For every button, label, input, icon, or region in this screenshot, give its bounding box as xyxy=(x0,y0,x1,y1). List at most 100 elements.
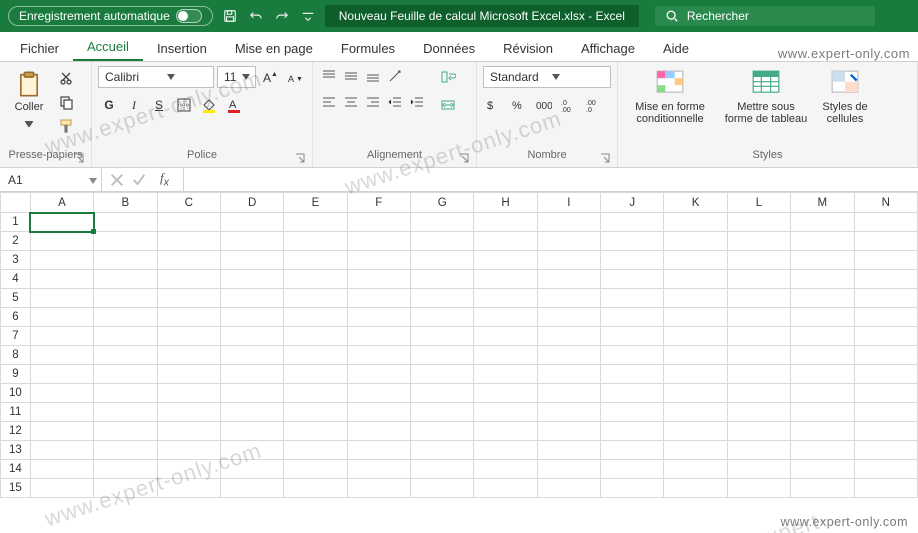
cell[interactable] xyxy=(854,232,918,251)
tab-donnees[interactable]: Données xyxy=(409,35,489,61)
cell[interactable] xyxy=(601,270,664,289)
cell[interactable] xyxy=(411,327,474,346)
cell[interactable] xyxy=(411,270,474,289)
cell[interactable] xyxy=(347,422,410,441)
cell[interactable] xyxy=(157,422,220,441)
cell[interactable] xyxy=(727,441,790,460)
row-header[interactable]: 12 xyxy=(1,422,31,441)
cell[interactable] xyxy=(854,441,918,460)
decrease-font-button[interactable]: A▼ xyxy=(284,66,306,88)
cell[interactable] xyxy=(791,346,854,365)
cell[interactable] xyxy=(347,251,410,270)
column-header[interactable]: D xyxy=(220,193,283,213)
row-header[interactable]: 13 xyxy=(1,441,31,460)
column-header[interactable]: M xyxy=(791,193,854,213)
cell[interactable] xyxy=(664,270,727,289)
cell[interactable] xyxy=(791,460,854,479)
cell[interactable] xyxy=(30,308,93,327)
paste-button[interactable]: Coller xyxy=(6,66,52,126)
dialog-launcher-icon[interactable] xyxy=(294,153,306,165)
copy-button[interactable] xyxy=(56,92,76,112)
cell[interactable] xyxy=(791,479,854,498)
cell[interactable] xyxy=(601,289,664,308)
cell[interactable] xyxy=(220,289,283,308)
cell[interactable] xyxy=(474,365,537,384)
cell[interactable] xyxy=(284,289,347,308)
cell[interactable] xyxy=(220,479,283,498)
orientation-button[interactable] xyxy=(385,66,405,86)
cell[interactable] xyxy=(30,479,93,498)
format-as-table-button[interactable]: Mettre sous forme de tableau xyxy=(720,66,812,129)
cell[interactable] xyxy=(220,422,283,441)
decrease-indent-button[interactable] xyxy=(385,92,405,112)
row-header[interactable]: 7 xyxy=(1,327,31,346)
cell[interactable] xyxy=(854,308,918,327)
merge-center-button[interactable] xyxy=(437,94,459,116)
cell[interactable] xyxy=(537,251,600,270)
cell[interactable] xyxy=(474,460,537,479)
cell[interactable] xyxy=(220,441,283,460)
cell[interactable] xyxy=(411,422,474,441)
cell[interactable] xyxy=(601,213,664,232)
align-middle-button[interactable] xyxy=(341,66,361,86)
cell[interactable] xyxy=(474,213,537,232)
tab-formules[interactable]: Formules xyxy=(327,35,409,61)
cell[interactable] xyxy=(664,251,727,270)
cell[interactable] xyxy=(284,270,347,289)
cell[interactable] xyxy=(727,365,790,384)
row-header[interactable]: 5 xyxy=(1,289,31,308)
cell[interactable] xyxy=(30,232,93,251)
align-center-button[interactable] xyxy=(341,92,361,112)
cell[interactable] xyxy=(474,479,537,498)
worksheet-grid[interactable]: ABCDEFGHIJKLMN123456789101112131415 www.… xyxy=(0,192,918,533)
dialog-launcher-icon[interactable] xyxy=(73,153,85,165)
cell[interactable] xyxy=(94,441,157,460)
customize-qat-icon[interactable] xyxy=(299,7,317,25)
comma-format-button[interactable]: 000 xyxy=(533,94,555,116)
cell[interactable] xyxy=(220,403,283,422)
cell[interactable] xyxy=(791,365,854,384)
cell[interactable] xyxy=(94,270,157,289)
cell[interactable] xyxy=(347,289,410,308)
cell[interactable] xyxy=(220,365,283,384)
cell[interactable] xyxy=(411,403,474,422)
cell[interactable] xyxy=(94,422,157,441)
cell[interactable] xyxy=(601,460,664,479)
cell[interactable] xyxy=(474,327,537,346)
cell[interactable] xyxy=(791,232,854,251)
cell[interactable] xyxy=(30,441,93,460)
cell[interactable] xyxy=(854,460,918,479)
cell[interactable] xyxy=(284,251,347,270)
cell[interactable] xyxy=(664,441,727,460)
cell[interactable] xyxy=(537,213,600,232)
dialog-launcher-icon[interactable] xyxy=(599,153,611,165)
cell[interactable] xyxy=(664,232,727,251)
row-header[interactable]: 4 xyxy=(1,270,31,289)
cell[interactable] xyxy=(664,289,727,308)
cell[interactable] xyxy=(157,232,220,251)
cell[interactable] xyxy=(791,251,854,270)
save-icon[interactable] xyxy=(221,7,239,25)
cut-button[interactable] xyxy=(56,68,76,88)
column-header[interactable]: L xyxy=(727,193,790,213)
row-header[interactable]: 11 xyxy=(1,403,31,422)
cell[interactable] xyxy=(220,232,283,251)
cell[interactable] xyxy=(537,270,600,289)
cell[interactable] xyxy=(727,289,790,308)
cell[interactable] xyxy=(220,346,283,365)
cell[interactable] xyxy=(220,251,283,270)
enter-formula-button[interactable] xyxy=(130,171,148,189)
cell[interactable] xyxy=(347,460,410,479)
cell[interactable] xyxy=(791,327,854,346)
cell[interactable] xyxy=(791,441,854,460)
cell[interactable] xyxy=(664,213,727,232)
cell[interactable] xyxy=(220,460,283,479)
cell[interactable] xyxy=(284,441,347,460)
cell[interactable] xyxy=(537,365,600,384)
cell[interactable] xyxy=(727,346,790,365)
cell[interactable] xyxy=(854,213,918,232)
cell[interactable] xyxy=(347,384,410,403)
row-header[interactable]: 1 xyxy=(1,213,31,232)
cell[interactable] xyxy=(727,270,790,289)
tab-aide[interactable]: Aide xyxy=(649,35,703,61)
